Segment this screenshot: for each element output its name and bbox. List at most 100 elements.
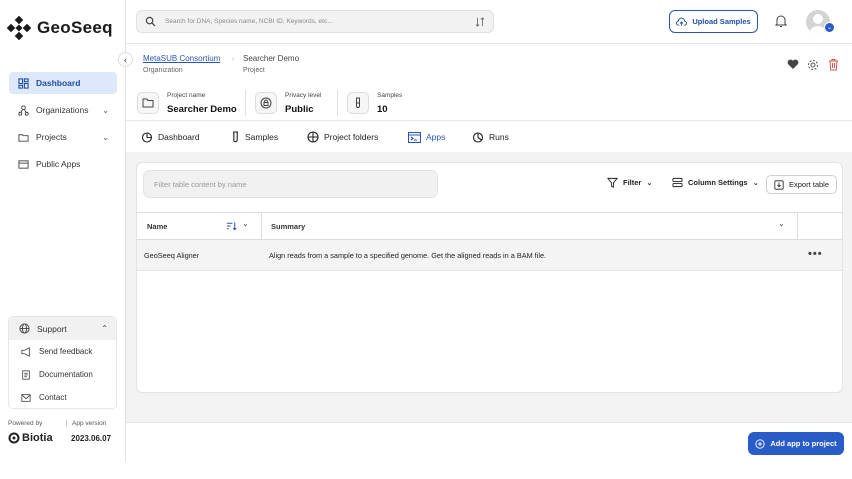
export-table-button[interactable]: Export table [766, 175, 837, 194]
search-icon [145, 16, 156, 27]
column-divider [797, 213, 798, 240]
project-folder-icon [137, 92, 159, 114]
chevron-down-icon[interactable]: ⌄ [242, 219, 249, 228]
sort-options-icon[interactable] [475, 16, 485, 27]
column-settings-button[interactable]: Column Settings ⌄ [672, 177, 759, 188]
app-window-icon [18, 159, 29, 170]
breadcrumb-project: Searcher Demo [243, 54, 300, 63]
contact-link[interactable]: Contact [9, 386, 116, 409]
sort-descending-icon[interactable] [226, 221, 237, 231]
info-divider-line [126, 120, 852, 121]
geoseeq-logo-icon [7, 16, 31, 40]
support-link-label: Documentation [39, 370, 93, 379]
app-name-cell[interactable]: GeoSeeq Aligner [144, 251, 199, 260]
sidebar-item-public-apps[interactable]: Public Apps [9, 153, 117, 175]
column-header-summary[interactable]: Summary [271, 222, 305, 231]
export-icon [774, 179, 784, 190]
tab-runs[interactable]: Runs [472, 128, 509, 146]
column-header-name[interactable]: Name [147, 222, 167, 231]
chevron-down-icon: ⌄ [826, 25, 833, 31]
sidebar-item-label: Organizations [36, 105, 89, 115]
globe-icon [19, 323, 30, 334]
chevron-down-icon: ⌄ [102, 105, 109, 115]
chevron-left-icon: ‹ [124, 54, 127, 65]
app-logo[interactable]: GeoSeeq [7, 16, 113, 40]
support-section: Support ⌃ Send feedback Documentation Co… [8, 316, 117, 409]
samples-label: Samples [377, 92, 403, 99]
sidebar-item-label: Dashboard [36, 78, 81, 88]
mail-icon [21, 393, 31, 403]
tab-label: Dashboard [158, 132, 200, 142]
send-feedback-link[interactable]: Send feedback [9, 340, 116, 363]
add-app-to-project-button[interactable]: Add app to project [748, 432, 844, 455]
app-summary-cell: Align reads from a sample to a specified… [269, 251, 547, 260]
cloud-upload-icon [676, 17, 688, 27]
support-link-label: Contact [39, 393, 67, 402]
breadcrumb-organization-link[interactable]: MetaSUB Consortium [143, 54, 220, 63]
app-version-label: App version [66, 420, 106, 427]
brand-name: GeoSeeq [37, 18, 113, 37]
privacy-lock-icon [255, 92, 277, 114]
tab-label: Project folders [324, 132, 379, 142]
folder-network-icon [307, 131, 319, 143]
biotia-logo: Biotia [8, 432, 53, 444]
chevron-down-icon: ⌄ [102, 132, 109, 142]
favorite-heart-icon[interactable] [787, 59, 799, 70]
chevron-down-icon: ⌄ [752, 178, 759, 187]
support-link-label: Send feedback [39, 347, 93, 356]
delete-trash-icon[interactable] [828, 58, 839, 71]
tab-apps[interactable]: Apps [408, 128, 445, 146]
support-toggle[interactable]: Support ⌃ [9, 317, 116, 340]
row-more-options-icon[interactable]: ••• [808, 248, 823, 260]
info-divider [337, 90, 338, 116]
add-app-label: Add app to project [770, 439, 837, 448]
app-version: 2023.06.07 [71, 434, 112, 443]
dashboard-icon [18, 77, 29, 89]
settings-gear-icon[interactable] [807, 59, 819, 71]
table-row[interactable]: GeoSeeq Aligner Align reads from a sampl… [137, 240, 842, 271]
test-tube-icon [347, 92, 369, 114]
tab-label: Samples [245, 132, 279, 142]
column-settings-label: Column Settings [688, 178, 748, 187]
privacy-level-value: Public [285, 104, 314, 115]
filter-funnel-icon [607, 177, 618, 188]
table-header: Name ⌄ Summary ⌄ [137, 212, 842, 240]
pie-chart-icon [141, 131, 153, 143]
avatar-dropdown-badge[interactable]: ⌄ [824, 22, 835, 33]
privacy-level-label: Privacy level [285, 92, 322, 99]
biotia-name: Biotia [22, 432, 53, 444]
organization-icon [18, 104, 29, 116]
filter-button[interactable]: Filter ⌄ [607, 177, 653, 188]
sidebar-item-organizations[interactable]: Organizations ⌄ [9, 99, 117, 121]
sidebar-item-dashboard[interactable]: Dashboard [9, 72, 117, 94]
notifications-bell-icon[interactable] [775, 14, 787, 28]
breadcrumb-project-type: Project [243, 67, 265, 74]
info-divider [245, 90, 246, 116]
folder-icon [18, 132, 29, 143]
chevron-down-icon[interactable]: ⌄ [778, 219, 785, 228]
filter-label: Filter [623, 178, 642, 187]
table-filter-input[interactable]: Filter table content by name [143, 170, 438, 198]
sidebar-item-label: Projects [36, 132, 67, 142]
biotia-logo-icon [8, 432, 20, 444]
upload-samples-label: Upload Samples [692, 17, 751, 26]
column-divider [261, 213, 262, 240]
tab-dashboard[interactable]: Dashboard [141, 128, 200, 146]
sidebar-item-projects[interactable]: Projects ⌄ [9, 126, 117, 148]
documentation-link[interactable]: Documentation [9, 363, 116, 386]
search-input[interactable]: Search for DNA, Species name, NCBI ID, K… [165, 18, 466, 25]
project-name-label: Project name [167, 92, 206, 99]
collapse-sidebar-button[interactable]: ‹ [118, 52, 133, 67]
terminal-window-icon [408, 131, 421, 143]
tab-label: Runs [489, 132, 509, 142]
support-label: Support [37, 323, 67, 334]
document-icon [21, 369, 31, 380]
breadcrumb-separator-icon: › [232, 56, 235, 63]
plus-circle-icon [755, 438, 765, 449]
global-search[interactable]: Search for DNA, Species name, NCBI ID, K… [136, 10, 494, 33]
column-settings-icon [672, 177, 683, 188]
upload-samples-button[interactable]: Upload Samples [669, 10, 758, 33]
tab-project-folders[interactable]: Project folders [307, 128, 378, 146]
tab-samples[interactable]: Samples [231, 128, 278, 146]
samples-count: 10 [377, 104, 388, 115]
